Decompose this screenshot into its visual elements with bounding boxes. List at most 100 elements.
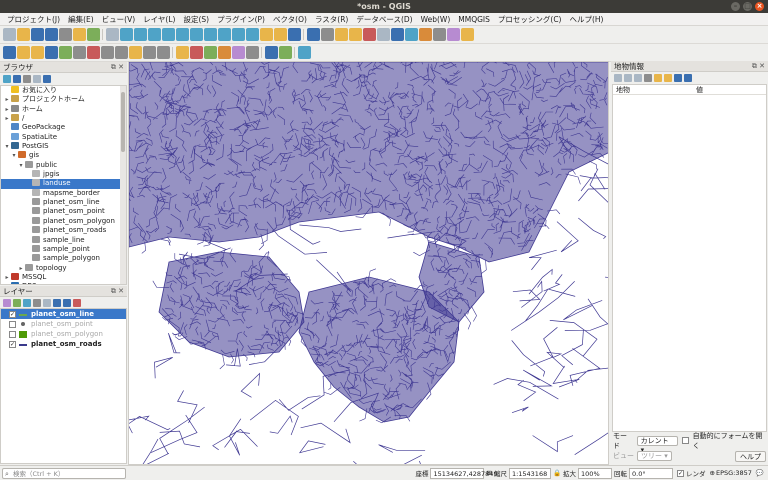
filter-expression-icon[interactable] — [43, 298, 51, 307]
style-panel-icon[interactable] — [3, 298, 11, 307]
auto-open-form-checkbox[interactable] — [681, 437, 689, 444]
select-features-icon[interactable] — [335, 28, 348, 41]
menu-item[interactable]: 編集(E) — [64, 14, 98, 25]
expand-arrow-icon[interactable]: ▾ — [3, 142, 11, 151]
zoom-selection-icon[interactable] — [204, 28, 217, 41]
undo-icon[interactable] — [143, 46, 156, 59]
open-project-icon[interactable] — [17, 28, 30, 41]
info-icon[interactable] — [43, 74, 51, 83]
menu-item[interactable]: MMQGIS — [454, 15, 494, 24]
change-label-icon[interactable] — [246, 46, 259, 59]
menu-item[interactable]: ヘルプ(H) — [565, 14, 607, 25]
layer-visibility-checkbox[interactable] — [9, 320, 16, 328]
refresh-icon[interactable] — [13, 74, 21, 83]
browser-scrollbar[interactable] — [120, 86, 126, 284]
zoom-native-icon[interactable] — [176, 28, 189, 41]
browser-item[interactable]: planet_osm_roads — [1, 226, 126, 235]
label-tool-icon[interactable] — [176, 46, 189, 59]
zoom-layer-icon[interactable] — [218, 28, 231, 41]
browser-item[interactable]: ▸ / — [1, 114, 126, 123]
identify-select-icon[interactable] — [684, 73, 692, 82]
pin-labels-icon[interactable] — [190, 46, 203, 59]
browser-item[interactable]: sample_line — [1, 235, 126, 245]
layer-item[interactable]: ✓ planet_osm_line — [1, 309, 126, 319]
polygon-symbol-icon[interactable] — [19, 330, 27, 338]
cut-features-icon[interactable] — [101, 46, 114, 59]
browser-item[interactable]: ▸ ホーム — [1, 104, 126, 114]
style-manager-icon[interactable] — [87, 28, 100, 41]
copy-features-icon[interactable] — [115, 46, 128, 59]
locator-search-input[interactable]: 検索（Ctrl + K） — [2, 467, 126, 479]
zoom-next-icon[interactable] — [246, 28, 259, 41]
line-symbol-icon[interactable] — [19, 312, 27, 316]
layer-visibility-checkbox[interactable]: ✓ — [9, 340, 16, 348]
browser-item[interactable]: sample_polygon — [1, 254, 126, 263]
panel-float-close-icons[interactable]: ⧉ ✕ — [752, 61, 765, 72]
menu-item[interactable]: ビュー(V) — [98, 14, 139, 25]
attribute-table-icon[interactable] — [377, 28, 390, 41]
coordinate-field[interactable]: 15134627,4287849 — [430, 467, 498, 479]
field-calculator-icon[interactable] — [391, 28, 404, 41]
identify-icon[interactable] — [307, 28, 320, 41]
processing-toolbox-icon[interactable] — [405, 28, 418, 41]
layer-item[interactable]: planet_osm_point — [1, 319, 126, 329]
run-action-icon[interactable] — [321, 28, 334, 41]
expand-arrow-icon[interactable]: ▸ — [3, 105, 11, 114]
toggle-editing-icon[interactable] — [31, 46, 44, 59]
minimize-button[interactable]: – — [731, 2, 740, 11]
menu-item[interactable]: ベクタ(O) — [269, 14, 311, 25]
layer-visibility-checkbox[interactable]: ✓ — [9, 310, 16, 318]
browser-item[interactable]: ▸ topology — [1, 263, 126, 273]
statistics-icon[interactable] — [419, 28, 432, 41]
plugin-icon[interactable] — [298, 46, 311, 59]
clear-results-icon[interactable] — [644, 73, 652, 82]
view-select[interactable]: ツリー ▾ — [637, 451, 672, 461]
expand-arrow-icon[interactable]: ▸ — [3, 282, 11, 284]
expand-arrow-icon[interactable]: ▾ — [10, 151, 18, 160]
add-layer-icon[interactable] — [3, 74, 11, 83]
expand-arrow-icon[interactable]: ▸ — [17, 264, 25, 273]
render-checkbox[interactable]: ✓ — [677, 469, 685, 477]
menu-item[interactable]: Web(W) — [417, 15, 455, 24]
scale-lock-icon[interactable]: 🔒 — [553, 469, 561, 477]
new-bookmark-icon[interactable] — [260, 28, 273, 41]
messages-icon[interactable]: 💬 — [756, 469, 764, 477]
crs-icon[interactable]: ⊕ — [710, 469, 715, 477]
zoom-out-icon[interactable] — [148, 28, 161, 41]
show-bookmarks-icon[interactable] — [274, 28, 287, 41]
select-by-value-icon[interactable] — [349, 28, 362, 41]
browser-item[interactable]: planet_osm_line — [1, 198, 126, 207]
delete-selected-icon[interactable] — [87, 46, 100, 59]
menu-item[interactable]: プラグイン(P) — [213, 14, 269, 25]
expand-all-icon[interactable] — [53, 298, 61, 307]
zoom-full-icon[interactable] — [190, 28, 203, 41]
rotation-field[interactable]: 0.0° — [629, 467, 674, 479]
map-canvas[interactable] — [128, 61, 609, 465]
browser-item[interactable]: sample_point — [1, 244, 126, 254]
panel-float-close-icons[interactable]: ⧉ ✕ — [111, 286, 124, 297]
layer-visibility-checkbox[interactable] — [9, 330, 16, 338]
browser-item[interactable]: GeoPackage — [1, 123, 126, 132]
save-as-icon[interactable] — [45, 28, 58, 41]
filter-legend-icon[interactable] — [33, 298, 41, 307]
menu-item[interactable]: データベース(D) — [352, 14, 416, 25]
layer-item[interactable]: ✓ planet_osm_roads — [1, 339, 126, 349]
browser-item[interactable]: landuse — [1, 179, 126, 189]
collapse-all-icon[interactable] — [33, 74, 41, 83]
new-project-icon[interactable] — [3, 28, 16, 41]
zoom-in-icon[interactable] — [134, 28, 147, 41]
browser-item[interactable]: ▾ gis — [1, 151, 126, 160]
map-tips-icon[interactable] — [447, 28, 460, 41]
browser-item[interactable]: ▾ public — [1, 160, 126, 170]
zoom-last-icon[interactable] — [232, 28, 245, 41]
layer-item[interactable]: planet_osm_polygon — [1, 329, 126, 339]
menu-item[interactable]: プロセッシング(C) — [494, 14, 566, 25]
print-response-icon[interactable] — [674, 73, 682, 82]
line-symbol-icon[interactable] — [19, 342, 27, 346]
point-symbol-icon[interactable] — [21, 322, 25, 326]
refresh-icon[interactable] — [288, 28, 301, 41]
crs-toggle-icon[interactable]: ⊞ — [486, 469, 491, 477]
save-project-icon[interactable] — [31, 28, 44, 41]
highlight-icon[interactable] — [664, 73, 672, 82]
close-button[interactable]: × — [755, 2, 764, 11]
